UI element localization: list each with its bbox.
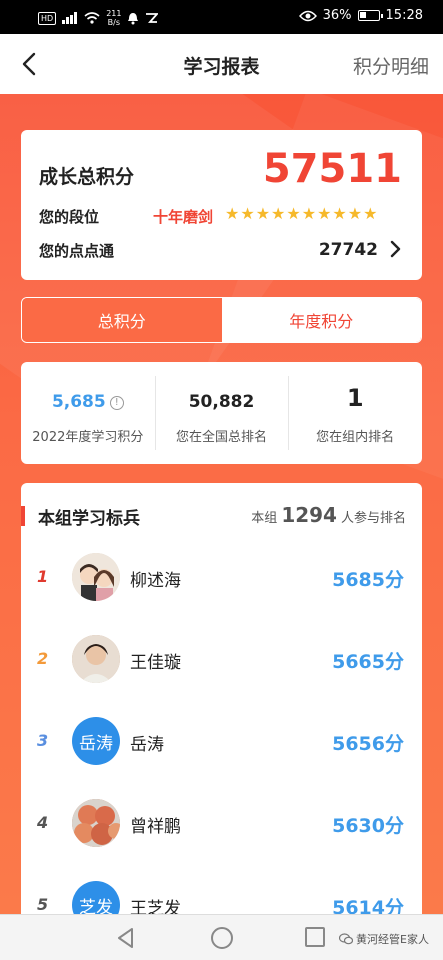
row-rank: 2: [37, 649, 49, 668]
system-nav-bar: 黄河经管E家人: [0, 914, 443, 960]
stat-annual-points[interactable]: 5,685! 2022年度学习积分: [21, 362, 155, 464]
row-score: 5614分: [332, 897, 404, 914]
apples-avatar-icon: [72, 799, 120, 847]
growth-score-value: 57511: [262, 146, 402, 192]
avatar: [72, 635, 120, 683]
battery-level: [359, 12, 366, 18]
stat-group-rank-value: 1: [346, 384, 364, 412]
row-score: 5665分: [332, 651, 404, 673]
clock: 15:28: [385, 8, 423, 23]
star-icon: ★: [301, 204, 317, 223]
star-icon: ★: [363, 204, 378, 223]
network-speed-value: 211: [106, 9, 122, 18]
row-name: 岳涛: [130, 735, 164, 755]
system-home-icon[interactable]: [211, 927, 233, 949]
system-recents-icon[interactable]: [305, 927, 325, 947]
report-content: 成长总积分 57511 您的段位 十年磨剑 ★ ★ ★ ★ ★ ★ ★ ★ ★ ★ 您的点点通 2…: [0, 94, 443, 914]
star-icon: ★: [240, 204, 255, 223]
top-nav: 学习报表 积分明细: [0, 34, 443, 94]
leaderboard-row[interactable]: 2 王佳璇 5665分: [21, 619, 422, 701]
row-name: 王芝发: [130, 899, 181, 914]
star-icon: ★: [317, 204, 332, 223]
stat-group-rank-label: 您在组内排名: [316, 430, 395, 445]
group-leaderboard: 本组学习标兵 本组 1294 人参与排名 1 柳述海 5685分 2 王佳璇 5…: [21, 483, 422, 914]
status-right: 36% 15:28: [298, 8, 423, 23]
hd-badge: HD: [38, 11, 57, 25]
star-icon: ★: [225, 204, 240, 223]
rank-level-label: 您的段位: [39, 208, 100, 226]
wifi-icon: [84, 12, 100, 24]
info-icon[interactable]: !: [109, 396, 124, 410]
tab-total-score[interactable]: 总积分: [22, 298, 222, 342]
app-notification-icon: [146, 13, 159, 23]
network-speed: 211 B/s: [106, 9, 121, 27]
growth-score-card: 成长总积分 57511 您的段位 十年磨剑 ★ ★ ★ ★ ★ ★ ★ ★ ★ ★ 您的点点通 2…: [21, 130, 422, 280]
row-rank: 3: [37, 731, 49, 750]
star-icon: ★: [271, 204, 286, 223]
notification-bell-icon: [128, 12, 139, 24]
watermark-text: 黄河经管E家人: [356, 933, 429, 946]
points-label: 您的点点通: [39, 242, 115, 260]
leaderboard-title: 本组学习标兵: [38, 509, 140, 529]
tab-annual-score[interactable]: 年度积分: [221, 298, 421, 342]
status-bar: HD 211 B/s 36% 15:28: [0, 0, 443, 34]
row-score: 5630分: [332, 815, 404, 837]
stat-national-rank: 50,882 您在全国总排名: [154, 362, 289, 464]
system-back-icon[interactable]: [116, 927, 136, 949]
stat-national-rank-label: 您在全国总排名: [176, 430, 268, 445]
row-score: 5656分: [332, 733, 404, 755]
chevron-right-icon[interactable]: [386, 238, 404, 260]
stat-annual-points-value: 5,685!: [21, 392, 155, 412]
stat-annual-points-label: 2022年度学习积分: [32, 430, 144, 445]
stat-group-rank: 1 您在组内排名: [288, 362, 422, 464]
eye-icon: [298, 10, 317, 21]
avatar: 芝发: [72, 881, 120, 914]
photo-avatar-icon: [72, 635, 120, 683]
score-tabs: 总积分 年度积分: [21, 297, 422, 343]
battery-icon: [357, 10, 383, 21]
leaderboard-row[interactable]: 4 曾祥鹏 5630分: [21, 783, 422, 865]
row-name: 柳述海: [130, 571, 181, 591]
status-left: HD 211 B/s: [38, 9, 159, 27]
stats-card: 5,685! 2022年度学习积分 50,882 您在全国总排名 1 您在组内排…: [21, 362, 422, 464]
leaderboard-row[interactable]: 5 芝发 王芝发 5614分: [21, 865, 422, 914]
row-rank: 1: [37, 567, 49, 586]
star-icon: ★: [332, 204, 347, 223]
network-speed-unit: B/s: [107, 18, 120, 27]
battery-percent: 36%: [322, 8, 352, 23]
watermark: 黄河经管E家人: [339, 931, 429, 947]
points-value: 27742: [318, 240, 378, 260]
participants-prefix: 本组: [251, 511, 278, 526]
signal-icon: [62, 12, 78, 24]
avatar: 岳涛: [72, 717, 120, 765]
star-icon: ★: [255, 204, 271, 223]
row-name: 曾祥鹏: [130, 817, 181, 837]
participants-count: 1294: [281, 503, 337, 527]
row-rank: 4: [37, 813, 49, 832]
row-score: 5685分: [332, 569, 404, 591]
points-detail-link[interactable]: 积分明细: [353, 52, 429, 79]
leaderboard-row[interactable]: 1 柳述海 5685分: [21, 537, 422, 619]
stat-annual-points-number: 5,685: [51, 392, 106, 412]
leaderboard-row[interactable]: 3 岳涛 岳涛 5656分: [21, 701, 422, 783]
leaderboard-header: 本组学习标兵 本组 1294 人参与排名: [21, 503, 422, 529]
avatar: [72, 553, 120, 601]
row-name: 王佳璇: [130, 653, 181, 673]
participants-suffix: 人参与排名: [340, 511, 406, 526]
star-icon: ★: [347, 204, 363, 223]
stat-national-rank-value: 50,882: [188, 392, 255, 412]
cartoon-couple-avatar-icon: [72, 553, 120, 601]
row-rank: 5: [37, 895, 49, 914]
rank-level-name: 十年磨剑: [153, 208, 214, 226]
rank-stars: ★ ★ ★ ★ ★ ★ ★ ★ ★ ★: [225, 204, 377, 223]
growth-score-label: 成长总积分: [39, 166, 135, 188]
leaderboard-participants: 本组 1294 人参与排名: [251, 503, 406, 527]
avatar: [72, 799, 120, 847]
wechat-icon: [339, 933, 354, 945]
star-icon: ★: [286, 204, 301, 223]
leaderboard-accent-bar: [21, 506, 25, 526]
